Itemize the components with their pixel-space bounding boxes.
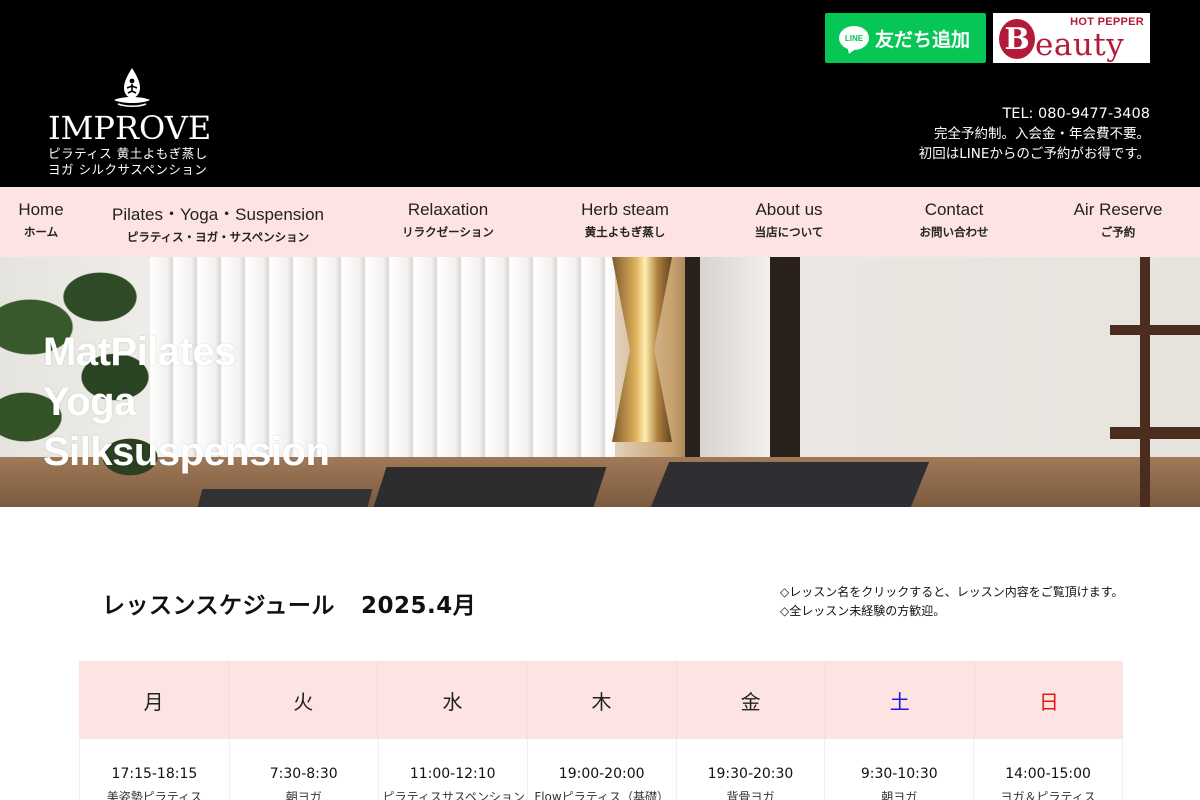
nav-label-en: Contact (924, 200, 984, 219)
nav-label-en: Herb steam (581, 200, 669, 219)
nav-label-en: Home (18, 200, 64, 219)
nav-label-ja: ご予約 (1100, 225, 1136, 239)
schedule-title-text: レッスンスケジュール (102, 593, 335, 619)
line-add-friend-button[interactable]: LINE 友だち追加 (825, 13, 986, 63)
lesson-name-link[interactable]: 朝ヨガ (825, 788, 973, 800)
hero-mirror-glass (700, 257, 770, 457)
lesson-name-link[interactable]: 背骨ヨガ (677, 788, 825, 800)
lesson-slot-tue[interactable]: 7:30-8:30 朝ヨガ (228, 739, 378, 800)
hero-heading: MatPilates Yoga Silksuspension (43, 327, 330, 477)
nav-item-contact[interactable]: Contact お問い合わせ (912, 187, 996, 257)
lesson-slot-mon[interactable]: 17:15-18:15 美姿勢ピラティス (80, 739, 229, 800)
hero-yoga-mat (650, 462, 930, 507)
hero-lamp (612, 257, 672, 442)
day-header-sat: 土 (824, 661, 974, 739)
lesson-time: 11:00-12:10 (409, 766, 496, 782)
line-icon: LINE (839, 26, 869, 50)
lesson-name-link[interactable]: 美姿勢ピラティス (80, 788, 229, 800)
hero-line-2: Yoga (43, 380, 136, 424)
lesson-time: 7:30-8:30 (269, 766, 338, 782)
lesson-time: 9:30-10:30 (860, 766, 938, 782)
hotpepper-beauty-button[interactable]: HOT PEPPER B eauty (993, 13, 1150, 63)
lesson-name-link[interactable]: 朝ヨガ (230, 788, 378, 800)
lesson-name-link[interactable]: Flowピラティス（基礎） (528, 788, 676, 800)
lesson-slot-thu[interactable]: 19:00-20:00 Flowピラティス（基礎） (526, 739, 676, 800)
nav-item-relaxation[interactable]: Relaxation リラクゼーション (394, 187, 502, 257)
nav-label-ja: お問い合わせ (919, 225, 989, 239)
hero-yoga-mat (373, 467, 607, 507)
schedule-table: 月 火 水 木 金 土 日 17:15-18:15 美姿勢ピラティス 7:30-… (79, 661, 1123, 800)
lesson-time: 19:30-20:30 (707, 766, 794, 782)
lesson-slot-fri[interactable]: 19:30-20:30 背骨ヨガ (675, 739, 825, 800)
schedule-month: 2025.4月 (360, 593, 477, 619)
lesson-slot-sat[interactable]: 9:30-10:30 朝ヨガ (824, 739, 974, 800)
schedule-note-2: ◇全レッスン未経験の方歓迎。 (780, 604, 946, 618)
reservation-note-1: 完全予約制。入会金・年会費不要。 (934, 126, 1150, 142)
nav-label-ja: ピラティス・ヨガ・サスペンション (126, 230, 310, 244)
hero-line-3: Silksuspension (43, 430, 330, 474)
day-header-tue: 火 (228, 661, 378, 739)
site-header: IMPROVE ピラティス 黄土よもぎ蒸し ヨガ シルクサスペンション LINE… (0, 0, 1200, 187)
logo-subtitle-2: ヨガ シルクサスペンション (48, 162, 208, 177)
lesson-slot-sun[interactable]: 14:00-15:00 ヨガ＆ピラティス (973, 739, 1122, 800)
hpb-wordmark: eauty (1035, 27, 1125, 63)
nav-label-en: Pilates・Yoga・Suspension (111, 205, 324, 224)
nav-item-home[interactable]: Home ホーム (14, 187, 68, 257)
contact-info: TEL: 080-9477-3408 完全予約制。入会金・年会費不要。 初回はL… (919, 104, 1150, 164)
nav-item-about-us[interactable]: About us 当店について (745, 187, 833, 257)
logo-wordmark: IMPROVE (48, 109, 212, 147)
lesson-slot-wed[interactable]: 11:00-12:10 ピラティスサスペンション (377, 739, 527, 800)
logo-subtitle-1: ピラティス 黄土よもぎ蒸し (48, 146, 208, 161)
schedule-row: 17:15-18:15 美姿勢ピラティス 7:30-8:30 朝ヨガ 11:00… (79, 739, 1123, 800)
hero-line-1: MatPilates (43, 330, 236, 374)
schedule-note-1: ◇レッスン名をクリックすると、レッスン内容をご覧頂けます。 (780, 585, 1124, 599)
nav-label-ja: リラクゼーション (402, 225, 494, 239)
nav-label-en: About us (755, 200, 823, 219)
hpb-b-icon: B (999, 19, 1035, 59)
hero-shelf (1110, 257, 1200, 507)
main-nav: Home ホーム Pilates・Yoga・Suspension ピラティス・ヨ… (0, 187, 1200, 257)
nav-label-ja: ホーム (23, 225, 59, 239)
schedule-header-row: 月 火 水 木 金 土 日 (79, 661, 1123, 739)
hero-yoga-mat (197, 489, 373, 507)
nav-item-air-reserve[interactable]: Air Reserve ご予約 (1066, 187, 1170, 257)
nav-label-en: Relaxation (407, 200, 489, 219)
nav-label-en: Air Reserve (1073, 200, 1163, 219)
day-header-thu: 木 (526, 661, 676, 739)
line-badge-text: LINE (844, 33, 864, 43)
lesson-time: 17:15-18:15 (111, 766, 198, 782)
line-button-label: 友だち追加 (875, 28, 971, 51)
lesson-time: 19:00-20:00 (558, 766, 645, 782)
lesson-name-link[interactable]: ピラティスサスペンション (379, 788, 527, 800)
nav-item-herb-steam[interactable]: Herb steam 黄土よもぎ蒸し (572, 187, 678, 257)
reservation-note-2: 初回はLINEからのご予約がお得です。 (918, 146, 1150, 162)
hero-banner: MatPilates Yoga Silksuspension (0, 257, 1200, 507)
day-header-sun: 日 (973, 661, 1123, 739)
day-header-fri: 金 (675, 661, 825, 739)
day-header-wed: 水 (377, 661, 527, 739)
site-logo[interactable]: IMPROVE ピラティス 黄土よもぎ蒸し ヨガ シルクサスペンション (48, 66, 223, 178)
nav-label-ja: 当店について (754, 225, 824, 239)
day-header-mon: 月 (79, 661, 229, 739)
schedule-notes: ◇レッスン名をクリックすると、レッスン内容をご覧頂けます。 ◇全レッスン未経験の… (780, 583, 1124, 621)
lotus-meditation-icon (114, 68, 150, 107)
nav-item-pilates-yoga-suspension[interactable]: Pilates・Yoga・Suspension ピラティス・ヨガ・サスペンション (106, 187, 330, 257)
lesson-name-link[interactable]: ヨガ＆ピラティス (974, 788, 1122, 800)
nav-label-ja: 黄土よもぎ蒸し (584, 225, 666, 239)
phone-number[interactable]: TEL: 080-9477-3408 (919, 104, 1150, 124)
schedule-title: レッスンスケジュール 2025.4月 (102, 586, 476, 620)
lesson-time: 14:00-15:00 (1005, 766, 1091, 782)
